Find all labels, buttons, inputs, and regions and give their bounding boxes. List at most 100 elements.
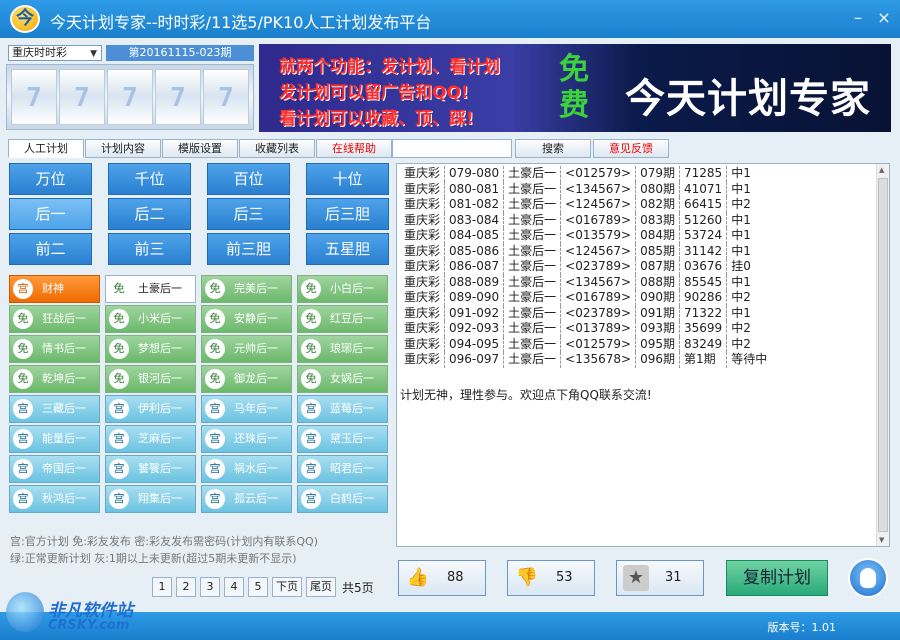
plan-item[interactable]: 免女娲后一 [297, 365, 388, 393]
tab-4[interactable]: 收藏列表 [239, 139, 315, 158]
search-input[interactable] [392, 139, 512, 158]
position-button[interactable]: 五星胆 [306, 233, 389, 265]
minimize-button[interactable]: – [848, 8, 868, 28]
free-badge-icon: 免 [13, 369, 33, 389]
position-button[interactable]: 后三 [207, 198, 290, 230]
table-cell: 086-087 [444, 259, 505, 275]
plan-item[interactable]: 宫黛玉后一 [297, 425, 388, 453]
feedback-button[interactable]: 意见反馈 [593, 139, 669, 158]
window-title: 今天计划专家--时时彩/11选5/PK10人工计划发布平台 [50, 13, 432, 32]
plan-item[interactable]: 免乾坤后一 [9, 365, 100, 393]
thumbs-down-button[interactable]: 👎 53 [507, 560, 595, 596]
page-button[interactable]: 1 [152, 577, 172, 597]
plan-item[interactable]: 免红豆后一 [297, 305, 388, 333]
plan-item[interactable]: 宫祸水后一 [201, 455, 292, 483]
tab-1[interactable]: 人工计划 [8, 139, 84, 158]
plan-item[interactable]: 宫三藏后一 [9, 395, 100, 423]
table-row[interactable]: 重庆彩 085-086 土豪后一 <124567> 085期 31142 中1 [400, 243, 771, 259]
copy-plan-button[interactable]: 复制计划 [726, 560, 828, 596]
table-cell: <012579> [560, 336, 637, 352]
table-cell: 66415 [679, 197, 728, 213]
position-button[interactable]: 后一 [9, 198, 92, 230]
table-cell: 091-092 [444, 305, 505, 321]
position-button[interactable]: 前二 [9, 233, 92, 265]
plan-item[interactable]: 宫能量后一 [9, 425, 100, 453]
plan-item[interactable]: 免情书后一 [9, 335, 100, 363]
plan-item[interactable]: 免狂战后一 [9, 305, 100, 333]
plan-item[interactable]: 宫还珠后一 [201, 425, 292, 453]
plan-item[interactable]: 宫翔集后一 [105, 485, 196, 513]
favorite-button[interactable]: ★ 31 [616, 560, 704, 596]
scroll-down-icon[interactable]: ▼ [879, 536, 884, 544]
plan-item[interactable]: 宫饕餮后一 [105, 455, 196, 483]
lottery-select[interactable]: 重庆时时彩 ▼ [8, 45, 102, 61]
table-row[interactable]: 重庆彩 081-082 土豪后一 <124567> 082期 66415 中2 [400, 197, 771, 213]
last-page-button[interactable]: 尾页 [306, 577, 336, 597]
page-button[interactable]: 4 [224, 577, 244, 597]
plan-item[interactable]: 免安静后一 [201, 305, 292, 333]
plan-label: 元帅后一 [234, 342, 278, 355]
position-button[interactable]: 百位 [207, 163, 290, 195]
plan-item[interactable]: 宫芝麻后一 [105, 425, 196, 453]
plan-item[interactable]: 免琅琊后一 [297, 335, 388, 363]
table-row[interactable]: 重庆彩 083-084 土豪后一 <016789> 083期 51260 中1 [400, 212, 771, 228]
plan-item[interactable]: 宫帝国后一 [9, 455, 100, 483]
plan-item[interactable]: 免元帅后一 [201, 335, 292, 363]
plan-record-list[interactable]: 重庆彩 079-080 土豪后一 <012579> 079期 71285 中1 重庆彩 080-… [396, 163, 890, 547]
plan-item[interactable]: 免梦想后一 [105, 335, 196, 363]
scrollbar-thumb[interactable] [878, 178, 888, 532]
table-row[interactable]: 重庆彩 079-080 土豪后一 <012579> 079期 71285 中1 [400, 166, 771, 182]
plan-item[interactable]: 宫伊利后一 [105, 395, 196, 423]
position-button[interactable]: 后二 [108, 198, 191, 230]
position-button[interactable]: 前三胆 [207, 233, 290, 265]
plan-item[interactable]: 宫马年后一 [201, 395, 292, 423]
table-row[interactable]: 重庆彩 080-081 土豪后一 <134567> 080期 41071 中1 [400, 181, 771, 197]
thumbs-up-button[interactable]: 👍 88 [398, 560, 486, 596]
plan-item[interactable]: 免小白后一 [297, 275, 388, 303]
plan-item[interactable]: 宫秋鸿后一 [9, 485, 100, 513]
position-button[interactable]: 前三 [108, 233, 191, 265]
plan-item[interactable]: 宫白鹤后一 [297, 485, 388, 513]
close-button[interactable]: × [874, 8, 894, 28]
plan-item[interactable]: 宫孤云后一 [201, 485, 292, 513]
table-row[interactable]: 重庆彩 086-087 土豪后一 <023789> 087期 03676 挂0 [400, 259, 771, 275]
table-row[interactable]: 重庆彩 092-093 土豪后一 <013789> 093期 35699 中2 [400, 321, 771, 337]
plan-item[interactable]: 免御龙后一 [201, 365, 292, 393]
table-cell: 挂0 [731, 259, 751, 273]
next-page-button[interactable]: 下页 [272, 577, 302, 597]
free-badge-icon: 免 [301, 339, 321, 359]
plan-item[interactable]: 宫财神 [9, 275, 100, 303]
thumbs-down-count: 53 [556, 570, 573, 585]
page-button[interactable]: 2 [176, 577, 196, 597]
plan-item[interactable]: 免土豪后一 [105, 275, 196, 303]
position-button[interactable]: 万位 [9, 163, 92, 195]
plan-item[interactable]: 宫昭君后一 [297, 455, 388, 483]
table-row[interactable]: 重庆彩 096-097 土豪后一 <135678> 096期 第1期 等待中 [400, 352, 771, 368]
page-button[interactable]: 3 [200, 577, 220, 597]
plan-item[interactable]: 免小米后一 [105, 305, 196, 333]
table-row[interactable]: 重庆彩 088-089 土豪后一 <134567> 088期 85545 中1 [400, 274, 771, 290]
table-cell: 重庆彩 [400, 228, 446, 244]
qq-contact-icon[interactable] [848, 558, 888, 598]
table-cell: 等待中 [731, 352, 768, 366]
page-button[interactable]: 5 [248, 577, 268, 597]
scroll-up-icon[interactable]: ▲ [879, 166, 884, 174]
table-row[interactable]: 重庆彩 084-085 土豪后一 <013579> 084期 53724 中1 [400, 228, 771, 244]
table-row[interactable]: 重庆彩 089-090 土豪后一 <016789> 090期 90286 中2 [400, 290, 771, 306]
plan-item[interactable]: 免银河后一 [105, 365, 196, 393]
tab-5[interactable]: 在线帮助 [316, 139, 392, 158]
position-button[interactable]: 千位 [108, 163, 191, 195]
plan-item[interactable]: 免完美后一 [201, 275, 292, 303]
free-badge-icon: 免 [13, 309, 33, 329]
banner-line-3: 看计划可以收藏、顶、踩! [279, 109, 474, 129]
table-row[interactable]: 重庆彩 094-095 土豪后一 <012579> 095期 83249 中2 [400, 336, 771, 352]
tab-2[interactable]: 计划内容 [85, 139, 161, 158]
search-button[interactable]: 搜索 [515, 139, 591, 158]
ad-banner[interactable]: 就两个功能：发计划、看计划 发计划可以留广告和QQ! 看计划可以收藏、顶、踩! … [259, 44, 891, 132]
plan-item[interactable]: 宫蓝莓后一 [297, 395, 388, 423]
tab-3[interactable]: 模版设置 [162, 139, 238, 158]
position-button[interactable]: 十位 [306, 163, 389, 195]
position-button[interactable]: 后三胆 [306, 198, 389, 230]
table-row[interactable]: 重庆彩 091-092 土豪后一 <023789> 091期 71322 中1 [400, 305, 771, 321]
scrollbar[interactable]: ▲ ▼ [876, 164, 889, 546]
